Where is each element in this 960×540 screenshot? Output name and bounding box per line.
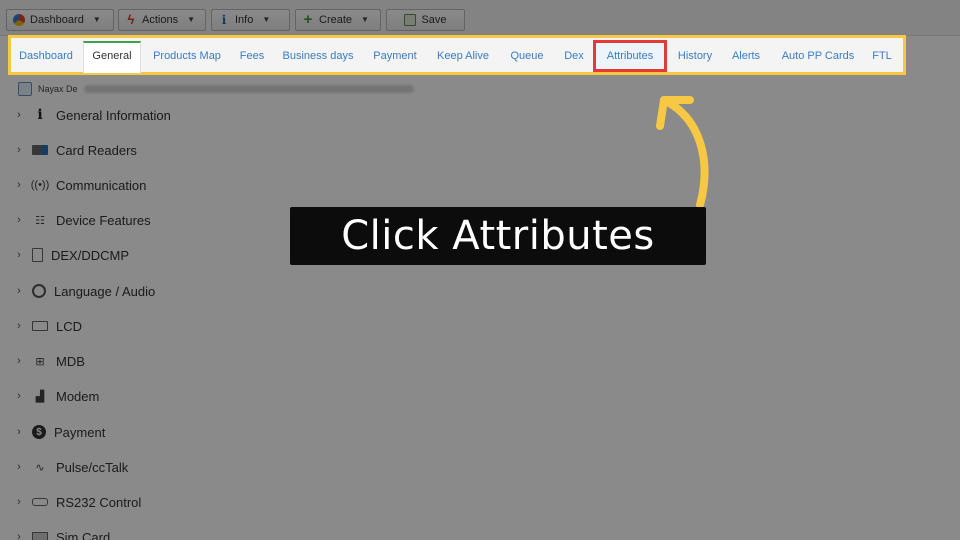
tab-keep-alive[interactable]: Keep Alive xyxy=(431,42,495,70)
tab-dashboard[interactable]: Dashboard xyxy=(15,42,77,70)
tab-attributes[interactable]: Attributes xyxy=(593,40,667,72)
tab-fees[interactable]: Fees xyxy=(235,42,269,70)
tab-dex[interactable]: Dex xyxy=(559,42,589,70)
instruction-callout: Click Attributes xyxy=(290,207,706,265)
instruction-text: Click Attributes xyxy=(341,213,655,259)
tab-business-days[interactable]: Business days xyxy=(277,42,359,70)
tab-general[interactable]: General xyxy=(83,41,141,73)
tab-auto-pp-cards[interactable]: Auto PP Cards xyxy=(775,42,861,70)
tab-ftl[interactable]: FTL xyxy=(867,42,897,70)
tutorial-dim-overlay xyxy=(0,0,960,540)
tab-history[interactable]: History xyxy=(671,42,719,70)
tab-queue[interactable]: Queue xyxy=(503,42,551,70)
tab-products-map[interactable]: Products Map xyxy=(147,42,227,70)
tab-alerts[interactable]: Alerts xyxy=(725,42,767,70)
tab-payment[interactable]: Payment xyxy=(367,42,423,70)
tab-strip: Dashboard General Products Map Fees Busi… xyxy=(8,35,906,75)
